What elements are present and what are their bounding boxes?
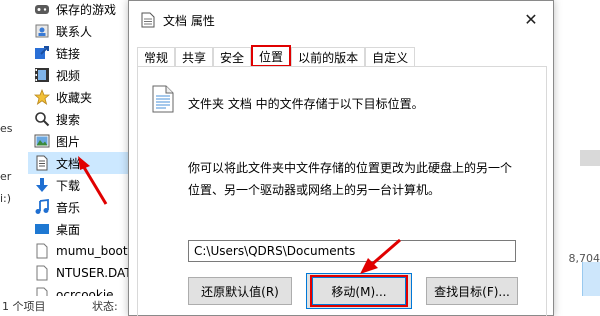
videos-icon: [34, 67, 50, 83]
downloads-icon: [34, 177, 50, 193]
favorites-icon: [34, 89, 50, 105]
nav-item-label: 桌面: [56, 222, 81, 237]
location-description: 你可以将此文件夹中文件存储的位置更改为此硬盘上的另一个 位置、另一个驱动器或网络…: [188, 157, 512, 201]
file-icon: [34, 243, 50, 259]
restore-default-button[interactable]: 还原默认值(R): [188, 277, 292, 305]
desktop-icon: [34, 221, 50, 237]
nav-item-label: 联系人: [56, 24, 93, 39]
contacts-icon: [34, 23, 50, 39]
close-button[interactable]: ✕: [509, 5, 553, 33]
pictures-icon: [34, 133, 50, 149]
tab-previous-versions[interactable]: 以前的版本: [291, 47, 366, 67]
truncated-text: es: [0, 122, 13, 135]
document-icon: [152, 85, 174, 113]
nav-item-desktop[interactable]: 桌面: [28, 218, 138, 240]
content-pane-edge: es er i:): [0, 0, 28, 296]
find-target-button[interactable]: 查找目标(F)...: [426, 277, 518, 305]
tab-location[interactable]: 位置: [251, 45, 292, 67]
list-item-file[interactable]: mumu_boot: [28, 240, 138, 262]
nav-item-label: 搜索: [56, 112, 81, 127]
move-button[interactable]: 移动(M)...: [310, 275, 408, 307]
file-name: NTUSER.DAT: [56, 266, 132, 280]
music-icon: [34, 199, 50, 215]
tab-bar: 常规 共享 安全 位置 以前的版本 自定义: [137, 45, 416, 67]
list-item-file[interactable]: NTUSER.DAT: [28, 262, 138, 284]
truncated-text: i:): [0, 192, 12, 205]
documents-icon: [34, 155, 50, 171]
location-path-input[interactable]: [188, 240, 516, 262]
truncated-text: er: [0, 170, 12, 183]
nav-item-label: 图片: [56, 134, 81, 149]
description-line: 位置、另一个驱动器或网络上的另一台计算机。: [188, 183, 441, 197]
description-line: 你可以将此文件夹中文件存储的位置更改为此硬盘上的另一个: [188, 161, 513, 175]
title-bar: 文档 属性 ✕: [129, 1, 553, 39]
nav-item-label: 视频: [56, 68, 81, 83]
nav-item-links[interactable]: 链接: [28, 42, 138, 64]
nav-item-search[interactable]: 搜索: [28, 108, 138, 130]
nav-item-label: 文档: [56, 156, 81, 171]
dialog-title: 文档 属性: [163, 13, 215, 28]
saved-games-icon: [34, 1, 50, 17]
item-count: 1 个项目: [2, 300, 46, 313]
file-name: mumu_boot: [56, 244, 128, 258]
tab-customize[interactable]: 自定义: [365, 47, 416, 67]
nav-item-music[interactable]: 音乐: [28, 196, 138, 218]
tab-sharing[interactable]: 共享: [175, 47, 214, 67]
nav-item-contacts[interactable]: 联系人: [28, 20, 138, 42]
status-label: 状态:: [92, 300, 118, 313]
location-intro-text: 文件夹 文档 中的文件存储于以下目标位置。: [188, 97, 424, 111]
links-icon: [34, 45, 50, 61]
nav-item-label: 保存的游戏: [56, 2, 117, 17]
nav-item-label: 收藏夹: [56, 90, 93, 105]
nav-item-pictures[interactable]: 图片: [28, 130, 138, 152]
close-icon: ✕: [524, 9, 538, 29]
nav-item-videos[interactable]: 视频: [28, 64, 138, 86]
location-panel: 文件夹 文档 中的文件存储于以下目标位置。 你可以将此文件夹中文件存储的位置更改…: [137, 67, 547, 316]
nav-item-documents[interactable]: 文档: [28, 152, 138, 174]
selected-row-edge: [580, 150, 600, 166]
nav-item-saved-games[interactable]: 保存的游戏: [28, 0, 138, 20]
search-icon: [34, 111, 50, 127]
document-icon: [141, 12, 155, 28]
nav-item-favorites[interactable]: 收藏夹: [28, 86, 138, 108]
properties-dialog: 文档 属性 ✕ 常规 共享 安全 位置 以前的版本 自定义 文件夹 文档 中的文…: [128, 0, 554, 316]
tab-general[interactable]: 常规: [137, 47, 176, 67]
file-icon: [34, 265, 50, 281]
tab-security[interactable]: 安全: [213, 47, 252, 67]
nav-item-downloads[interactable]: 下载: [28, 174, 138, 196]
nav-item-label: 下载: [56, 178, 81, 193]
nav-item-label: 音乐: [56, 200, 81, 215]
nav-item-label: 链接: [56, 46, 81, 61]
